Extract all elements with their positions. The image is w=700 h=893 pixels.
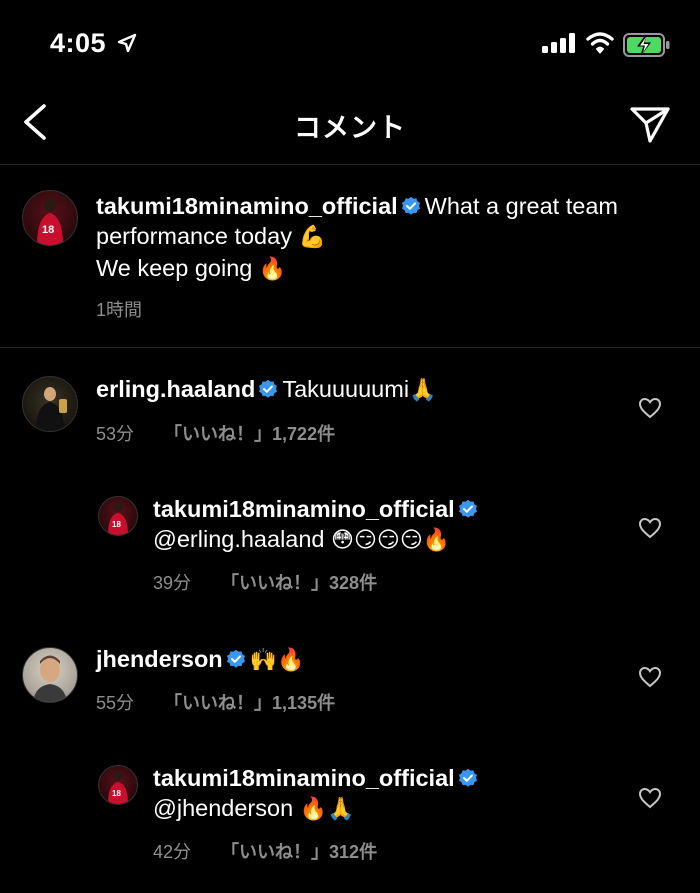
send-icon[interactable]	[628, 104, 672, 144]
avatar[interactable]: 18	[22, 190, 78, 246]
verified-badge-icon	[401, 196, 420, 215]
reply-emoji: 🔥🙏	[299, 797, 355, 822]
comment-timestamp: 55分	[96, 693, 135, 713]
comment-emoji: 🙌🔥	[249, 648, 305, 673]
signal-icon	[542, 33, 575, 53]
verified-badge-icon	[259, 379, 278, 398]
reply-emoji: 😳😏😏😏🔥	[331, 528, 451, 553]
heart-icon[interactable]	[638, 517, 662, 539]
page-title: コメント	[294, 113, 406, 143]
reply-likes[interactable]: 「いいね！」328件	[221, 573, 377, 593]
avatar-image	[36, 387, 67, 431]
caption-text: takumi18minamino_official What a great te…	[96, 191, 686, 285]
heart-icon[interactable]	[638, 666, 662, 688]
avatar-image: 18	[37, 198, 63, 245]
comment-timestamp: 53分	[96, 424, 135, 444]
heart-icon[interactable]	[638, 787, 662, 809]
comment-body: Takuuuuumi	[282, 376, 410, 402]
avatar[interactable]	[22, 647, 78, 703]
comments-screen: 4:05 コメント 18 takumi18minamino_official W…	[0, 0, 700, 893]
verified-badge-icon	[458, 499, 477, 518]
avatar-image: 18	[108, 771, 128, 804]
svg-text:18: 18	[112, 789, 121, 798]
reply-text: takumi18minamino_official @jhenderson 🔥🙏	[153, 763, 623, 825]
avatar[interactable]	[22, 376, 78, 432]
mention-link[interactable]: @jhenderson	[153, 795, 293, 821]
nav-bar: コメント	[0, 80, 700, 165]
comment-likes[interactable]: 「いいね！」1,135件	[164, 693, 335, 713]
reply-meta: 39分 「いいね！」328件	[153, 569, 377, 595]
wifi-icon	[586, 32, 614, 54]
comment-meta: 53分 「いいね！」1,722件	[96, 420, 335, 446]
battery-charging-icon	[623, 33, 670, 57]
comment-text: jhenderson 🙌🔥	[96, 644, 616, 676]
location-arrow-icon	[117, 33, 137, 53]
reply-text: takumi18minamino_official @erling.haalan…	[153, 494, 623, 556]
avatar-image	[33, 655, 67, 702]
muscle-emoji: 💪	[298, 225, 326, 250]
svg-text:18: 18	[42, 224, 54, 236]
avatar[interactable]: 18	[98, 765, 138, 805]
reply-timestamp: 42分	[153, 842, 192, 862]
reply-likes[interactable]: 「いいね！」312件	[221, 842, 377, 862]
status-bar: 4:05	[0, 0, 700, 80]
comment-meta: 55分 「いいね！」1,135件	[96, 689, 335, 715]
reply-username[interactable]: takumi18minamino_official	[153, 765, 455, 791]
reply-meta: 42分 「いいね！」312件	[153, 838, 377, 864]
svg-text:18: 18	[112, 520, 121, 529]
comment-text: erling.haaland Takuuuuumi🙏	[96, 374, 616, 406]
heart-icon[interactable]	[638, 397, 662, 419]
avatar-image: 18	[108, 502, 128, 535]
caption-username[interactable]: takumi18minamino_official	[96, 193, 398, 219]
post-caption: 18 takumi18minamino_official What a great…	[0, 165, 700, 348]
mention-link[interactable]: @erling.haaland	[153, 526, 325, 552]
caption-line1: What a great team	[424, 193, 618, 219]
comment-likes[interactable]: 「いいね！」1,722件	[164, 424, 335, 444]
verified-badge-icon	[226, 649, 245, 668]
verified-badge-icon	[458, 768, 477, 787]
comment-username[interactable]: erling.haaland	[96, 376, 255, 402]
caption-timestamp: 1時間	[96, 300, 143, 320]
avatar[interactable]: 18	[98, 496, 138, 536]
status-time: 4:05	[50, 28, 107, 58]
fire-emoji: 🔥	[258, 257, 287, 282]
caption-line3: We keep going	[96, 255, 253, 281]
reply-timestamp: 39分	[153, 573, 192, 593]
caption-line2: performance today	[96, 223, 292, 249]
comment-emoji: 🙏	[409, 378, 437, 403]
comment-username[interactable]: jhenderson	[96, 646, 223, 672]
reply-username[interactable]: takumi18minamino_official	[153, 496, 455, 522]
